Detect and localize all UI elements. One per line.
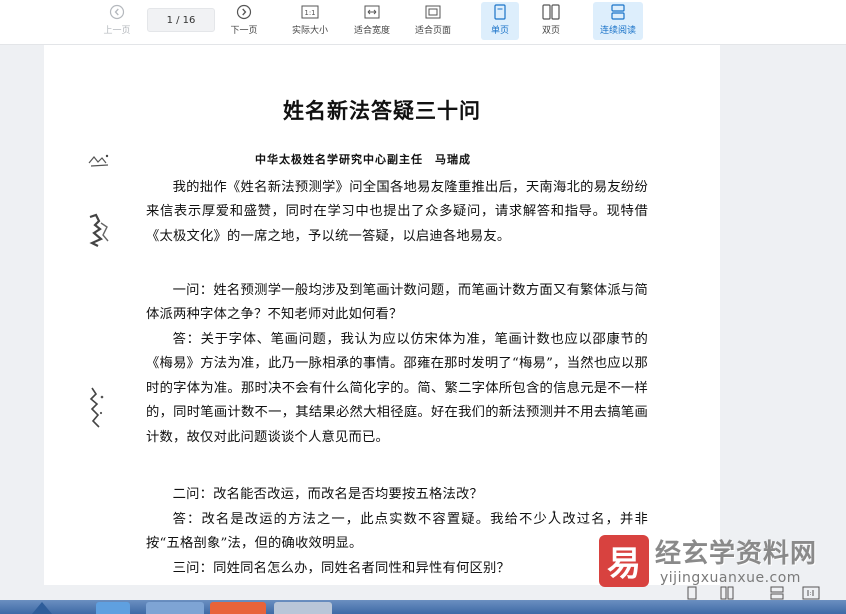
single-page-icon — [493, 2, 507, 22]
start-button-icon[interactable] — [22, 600, 62, 614]
chevron-right-circle-icon — [236, 2, 252, 22]
viewer-toolbar: 上一页 1 / 16 下一页 1:1 实际大小 适合宽度 适合页面 单页 双页 … — [0, 0, 846, 45]
watermark-logo-glyph: 易 — [607, 544, 641, 584]
double-page-label: 双页 — [541, 26, 560, 36]
next-page-label: 下一页 — [230, 26, 258, 36]
paragraph-question-3: 三问：同姓同名怎么办，同姓名者同性和异性有何区别？ — [172, 561, 511, 576]
chevron-left-circle-icon — [109, 2, 125, 22]
paragraph-question-2: 二问：改名能否改运，而改名是否均要按五格法改？ — [172, 487, 484, 502]
actual-size-label: 实际大小 — [291, 26, 328, 36]
continuous-status-icon[interactable] — [770, 586, 784, 600]
taskbar-app-3[interactable] — [210, 602, 266, 614]
continuous-reading-icon — [610, 2, 626, 22]
actual-size-icon-text: 1:1 — [304, 9, 315, 17]
watermark-logo: 易 — [599, 535, 649, 587]
scan-smudge-mark — [89, 213, 109, 247]
fit-width-label: 适合宽度 — [353, 26, 390, 36]
actual-size-button[interactable]: 1:1 实际大小 — [287, 2, 333, 40]
actual-size-status-icon[interactable] — [802, 586, 820, 600]
watermark-url: yijingxuanxue.com — [660, 570, 801, 586]
scan-speck-mark — [88, 154, 109, 167]
paragraph-question-1: 一问：姓名预测学一般均涉及到笔画计数问题，而笔画计数方面又有繁体派与简体派两种字… — [146, 283, 648, 323]
prev-page-label: 上一页 — [103, 26, 131, 36]
double-page-icon — [542, 2, 560, 22]
next-page-button[interactable]: 下一页 — [224, 2, 264, 40]
document-page: 姓名新法答疑三十问 中华太极姓名学研究中心副主任 马瑞成 我的拙作《姓名新法预测… — [44, 45, 720, 585]
continuous-reading-label: 连续阅读 — [599, 26, 636, 36]
taskbar-app-1[interactable] — [96, 602, 130, 614]
fit-page-icon — [425, 2, 441, 22]
taskbar-app-2[interactable] — [146, 602, 204, 614]
continuous-reading-button[interactable]: 连续阅读 — [593, 2, 643, 40]
author-line: 中华太极姓名学研究中心副主任 马瑞成 — [255, 153, 471, 166]
page-number-input[interactable]: 1 / 16 — [147, 8, 215, 32]
actual-size-icon: 1:1 — [301, 2, 319, 22]
single-page-status-icon[interactable] — [686, 586, 698, 600]
scan-margin-mark — [89, 387, 104, 428]
paragraph-intro: 我的拙作《姓名新法预测学》问全国各地易友隆重推出后，天南海北的易友纷纷来信表示厚… — [146, 180, 648, 244]
double-page-status-icon[interactable] — [720, 586, 734, 600]
paragraph-answer-2: 答：改名是改运的方法之一，此点实数不容置疑。我给不少人改过名，并非按“五格剖象”… — [146, 512, 648, 552]
fit-page-button[interactable]: 适合页面 — [410, 2, 456, 40]
taskbar-app-4[interactable] — [274, 602, 332, 614]
single-page-label: 单页 — [490, 26, 509, 36]
document-title: 姓名新法答疑三十问 — [283, 98, 481, 123]
fit-width-button[interactable]: 适合宽度 — [349, 2, 395, 40]
paragraph-answer-1: 答：关于字体、笔画问题，我认为应以仿宋体为准，笔画计数也应以邵康节的《梅易》方法… — [146, 332, 648, 445]
double-page-button[interactable]: 双页 — [532, 2, 570, 40]
prev-page-button[interactable]: 上一页 — [97, 2, 137, 40]
os-taskbar — [0, 600, 846, 614]
watermark-title: 经玄学资料网 — [655, 539, 818, 569]
fit-page-label: 适合页面 — [414, 26, 451, 36]
fit-width-icon — [364, 2, 380, 22]
single-page-button[interactable]: 单页 — [481, 2, 519, 40]
